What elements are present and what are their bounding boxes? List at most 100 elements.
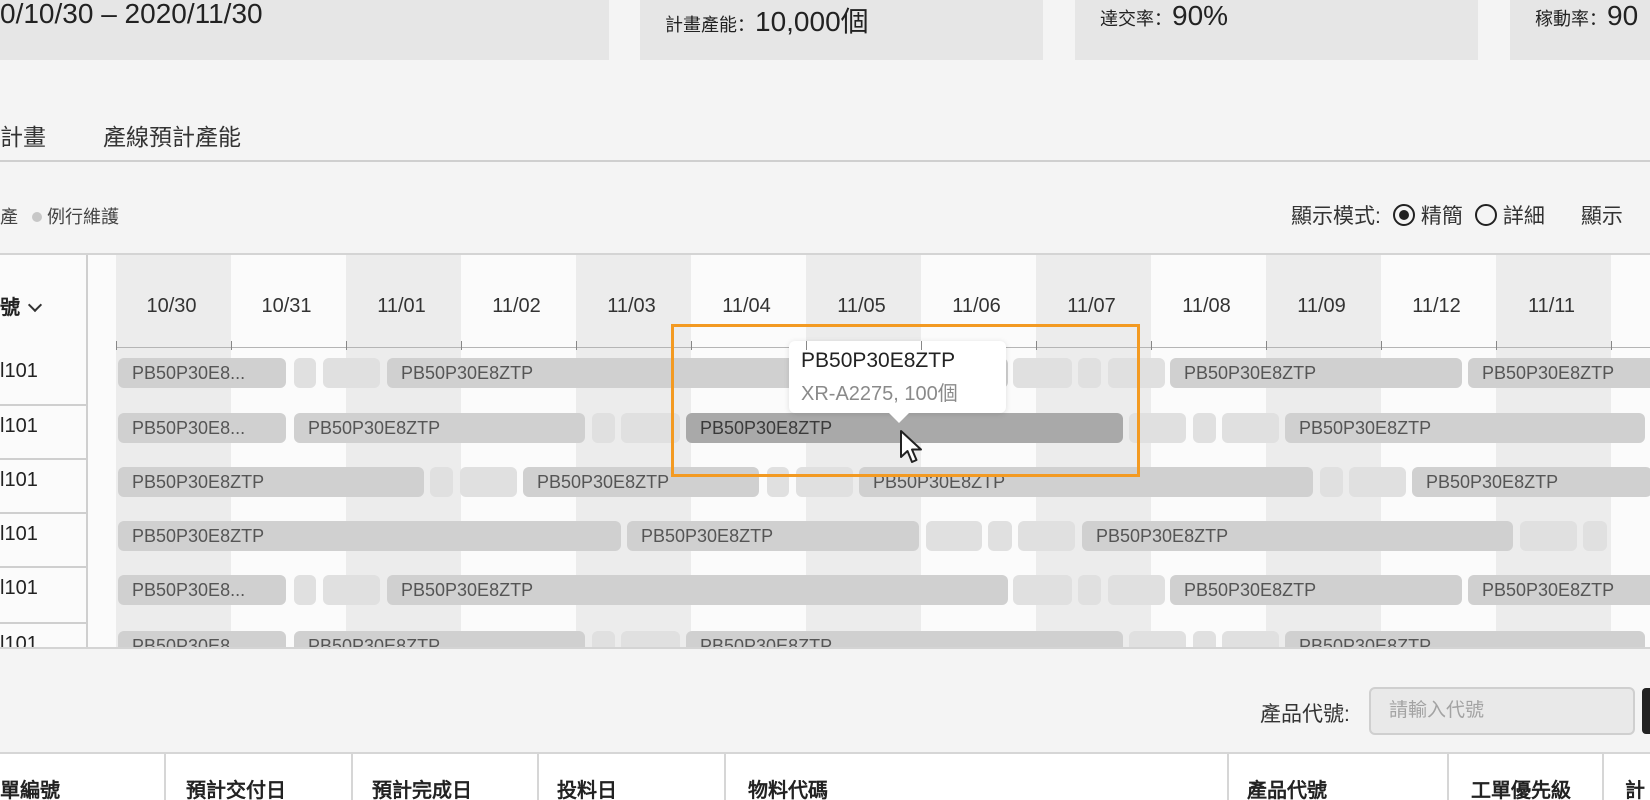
legend-item-production: 產 [0, 207, 18, 227]
table-column-header[interactable]: 工單優先級 [1471, 774, 1571, 800]
on-time-rate-value: 90% [1172, 0, 1229, 31]
column-divider [164, 754, 166, 800]
gantt-job-bar[interactable]: PB50P30E8... [118, 575, 286, 605]
display-mode-label: 顯示模式: [1291, 205, 1381, 228]
gantt-gap-block[interactable] [621, 631, 680, 647]
row-divider [0, 404, 87, 406]
radio-detailed[interactable] [1474, 204, 1497, 226]
date-tick [1496, 341, 1497, 350]
date-header: 1 [1609, 295, 1650, 318]
gantt-gap-block[interactable] [1018, 521, 1075, 551]
on-time-rate-label: 達交率： [1100, 9, 1172, 29]
chevron-down-icon [27, 297, 43, 313]
on-time-rate-card: 達交率：90% [1075, 0, 1478, 60]
gantt-gap-block[interactable] [1320, 467, 1343, 497]
date-header: 11/03 [607, 295, 656, 317]
tab-line-capacity[interactable]: 產線預計產能 [103, 118, 241, 152]
maintenance-dot-icon [32, 212, 42, 222]
date-header: 10/31 [261, 295, 312, 317]
date-tick [1381, 341, 1382, 350]
gantt-job-bar[interactable]: PB50P30E8... [118, 413, 286, 443]
gantt-job-bar[interactable]: PB50P30E8ZTP [1285, 631, 1645, 647]
gantt-job-bar[interactable]: PB50P30E8... [118, 358, 286, 388]
table-column-header[interactable]: 預計完成日 [372, 774, 472, 800]
radio-compact-label[interactable]: 精簡 [1421, 200, 1463, 230]
gantt-job-bar[interactable]: PB50P30E8... [118, 631, 286, 647]
date-tick [231, 341, 232, 350]
production-line-label[interactable]: l101 [0, 469, 38, 492]
gantt-job-bar[interactable]: PB50P30E8ZTP [1468, 358, 1650, 388]
radio-compact[interactable] [1392, 204, 1415, 226]
gantt-job-bar[interactable]: PB50P30E8ZTP [627, 521, 919, 551]
display-extra-label[interactable]: 顯示 [1581, 200, 1623, 230]
gantt-gap-block[interactable] [430, 467, 453, 497]
production-line-label[interactable]: l101 [0, 523, 38, 546]
utilization-rate-value: 90 [1607, 0, 1639, 31]
gantt-gap-block[interactable] [1078, 575, 1101, 605]
gantt-gap-block[interactable] [1193, 413, 1216, 443]
gantt-job-bar[interactable]: PB50P30E8ZTP [1468, 575, 1650, 605]
tab-plan[interactable]: 計畫 [0, 118, 46, 152]
gantt-gap-block[interactable] [294, 358, 316, 388]
gantt-job-bar[interactable]: PB50P30E8ZTP [686, 631, 1123, 647]
gantt-job-bar[interactable]: PB50P30E8ZTP [118, 467, 424, 497]
row-divider [0, 622, 87, 624]
production-line-label[interactable]: l101 [0, 360, 38, 383]
production-line-label[interactable]: l101 [0, 577, 38, 600]
gantt-gap-block[interactable] [1349, 467, 1406, 497]
gantt-gap-block[interactable] [1013, 575, 1072, 605]
gantt-job-bar[interactable]: PB50P30E8ZTP [294, 413, 585, 443]
gantt-gap-block[interactable] [1108, 575, 1165, 605]
gantt-gap-block[interactable] [1129, 631, 1186, 647]
date-header: 11/02 [492, 295, 541, 317]
gantt-job-bar[interactable]: PB50P30E8ZTP [118, 521, 621, 551]
row-divider [0, 566, 87, 568]
tooltip-title: PB50P30E8ZTP [801, 349, 956, 372]
gantt-gap-block[interactable] [460, 467, 517, 497]
gantt-gap-block[interactable] [294, 575, 316, 605]
gantt-job-bar[interactable]: PB50P30E8ZTP [1412, 467, 1650, 497]
product-code-input[interactable] [1369, 687, 1635, 735]
date-header: 11/06 [952, 295, 1001, 317]
table-column-header[interactable]: 單編號 [0, 774, 60, 800]
date-tick [1611, 341, 1612, 350]
gantt-job-bar[interactable]: PB50P30E8ZTP [294, 631, 585, 647]
column-divider [1602, 754, 1604, 800]
search-button[interactable] [1642, 688, 1650, 734]
gantt-gap-block[interactable] [1222, 413, 1279, 443]
production-line-label[interactable]: l101 [0, 633, 38, 647]
gantt-gap-block[interactable] [1193, 631, 1216, 647]
date-header: 11/04 [722, 295, 771, 317]
date-tick [576, 341, 577, 350]
tab-divider [0, 160, 1650, 162]
gantt-gap-block[interactable] [592, 631, 615, 647]
date-header: 11/08 [1182, 295, 1231, 317]
date-header: 11/12 [1412, 295, 1461, 317]
radio-detailed-label[interactable]: 詳細 [1503, 200, 1545, 230]
date-tick [461, 341, 462, 350]
gantt-job-bar[interactable]: PB50P30E8ZTP [1082, 521, 1513, 551]
gantt-gap-block[interactable] [323, 575, 380, 605]
production-line-label[interactable]: l101 [0, 415, 38, 438]
legend-item-maintenance: 例行維護 [47, 207, 119, 227]
gantt-gap-block[interactable] [1520, 521, 1577, 551]
gantt-job-bar[interactable]: PB50P30E8ZTP [387, 575, 1008, 605]
gantt-job-bar[interactable]: PB50P30E8ZTP [1170, 358, 1462, 388]
gantt-gap-block[interactable] [988, 521, 1012, 551]
line-column-header[interactable]: 號 [0, 291, 43, 320]
gantt-gap-block[interactable] [592, 413, 615, 443]
table-column-header[interactable]: 投料日 [557, 774, 617, 800]
table-column-header[interactable]: 預計交付日 [186, 774, 286, 800]
gantt-gap-block[interactable] [323, 358, 380, 388]
gantt-gap-block[interactable] [926, 521, 982, 551]
table-column-header[interactable]: 產品代號 [1247, 774, 1327, 800]
table-column-header[interactable]: 物料代碼 [748, 774, 828, 800]
table-column-header[interactable]: 計 [1625, 774, 1645, 800]
row-divider [0, 512, 87, 514]
gantt-job-bar[interactable]: PB50P30E8ZTP [1170, 575, 1462, 605]
gantt-gap-block[interactable] [1222, 631, 1279, 647]
date-tick [921, 341, 922, 350]
gantt-gap-block[interactable] [1583, 521, 1607, 551]
gantt-job-bar[interactable]: PB50P30E8ZTP [1285, 413, 1645, 443]
date-header: 11/07 [1067, 295, 1116, 317]
